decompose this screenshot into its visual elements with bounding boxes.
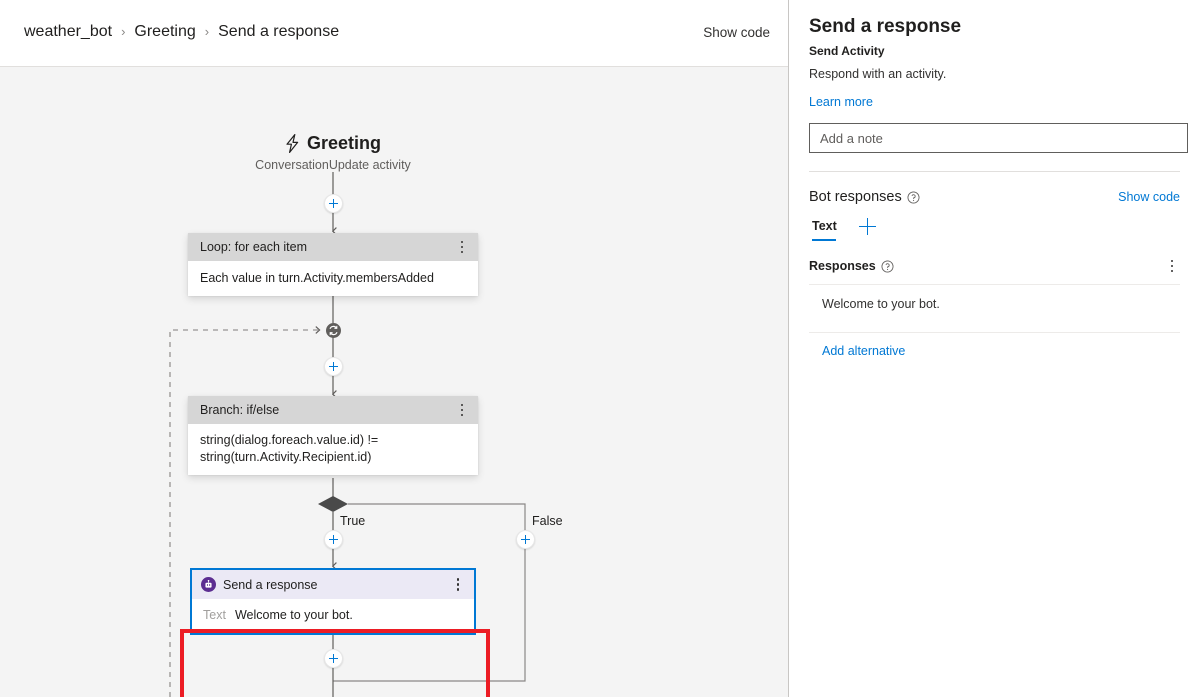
- responses-menu-icon[interactable]: [1164, 257, 1180, 275]
- node-title: Branch: if/else: [200, 403, 280, 417]
- bot-responses-show-code-button[interactable]: Show code: [1118, 190, 1180, 204]
- breadcrumb-item-action[interactable]: Send a response: [218, 23, 339, 41]
- node-send-a-response[interactable]: Send a response Text Welcome to your bot…: [190, 568, 476, 635]
- breadcrumb-item-bot[interactable]: weather_bot: [24, 23, 112, 41]
- responses-label: Responses: [809, 259, 876, 273]
- node-menu-icon[interactable]: [454, 401, 470, 419]
- bot-responses-section: Bot responses Show code Text Responses W…: [789, 189, 1200, 360]
- node-field-label: Text: [203, 608, 226, 622]
- show-code-button[interactable]: Show code: [703, 25, 770, 40]
- add-node-button[interactable]: [324, 649, 343, 668]
- node-menu-icon[interactable]: [454, 238, 470, 256]
- node-header: Branch: if/else: [188, 396, 478, 424]
- repeat-arrows-icon: [329, 325, 338, 336]
- flow-canvas[interactable]: Greeting ConversationUpdate activity Loo…: [0, 67, 788, 697]
- edge-label-false: False: [532, 514, 563, 528]
- panel-description: Respond with an activity.: [809, 67, 947, 81]
- add-node-button-false-branch[interactable]: [516, 530, 535, 549]
- loop-repeat-icon: [326, 323, 341, 338]
- dialog-editor: weather_bot › Greeting › Send a response…: [0, 0, 789, 697]
- node-field-value: Welcome to your bot.: [234, 608, 353, 622]
- response-item[interactable]: Welcome to your bot.: [809, 285, 1180, 323]
- page-title: Send a response: [809, 16, 962, 37]
- help-circle-icon[interactable]: [907, 191, 920, 204]
- add-node-button[interactable]: [324, 357, 343, 376]
- add-note-input[interactable]: [809, 123, 1188, 153]
- bot-responses-label-group: Bot responses: [809, 189, 920, 205]
- breadcrumb-item-dialog[interactable]: Greeting: [134, 23, 195, 41]
- bot-responses-header-row: Bot responses Show code: [809, 189, 1180, 205]
- editor-toolbar: weather_bot › Greeting › Send a response…: [0, 0, 788, 67]
- node-body: string(dialog.foreach.value.id) != strin…: [188, 424, 478, 475]
- app-root: weather_bot › Greeting › Send a response…: [0, 0, 1200, 697]
- panel-subtitle: Send Activity: [809, 44, 885, 58]
- add-node-button[interactable]: [324, 194, 343, 213]
- breadcrumb: weather_bot › Greeting › Send a response: [24, 23, 339, 41]
- add-node-button-true-branch[interactable]: [324, 530, 343, 549]
- node-header: Loop: for each item: [188, 233, 478, 261]
- node-title: Loop: for each item: [200, 240, 308, 254]
- breadcrumb-separator-icon: ›: [121, 23, 126, 39]
- breadcrumb-separator-icon: ›: [204, 23, 210, 39]
- bot-responses-label: Bot responses: [809, 189, 902, 205]
- node-body: Each value in turn.Activity.membersAdded: [188, 261, 478, 296]
- property-panel: Send a response Send Activity Respond wi…: [789, 0, 1200, 697]
- help-circle-icon[interactable]: [881, 260, 894, 273]
- response-type-tabs: Text: [809, 218, 1180, 241]
- lightning-bolt-icon: [286, 133, 299, 153]
- node-title: Send a response: [223, 577, 318, 592]
- node-loop-foreach[interactable]: Loop: for each item Each value in turn.A…: [188, 233, 478, 296]
- responses-header-row: Responses: [809, 257, 1180, 275]
- responses-label-group: Responses: [809, 259, 894, 273]
- node-body: Text Welcome to your bot.: [192, 599, 474, 633]
- trigger-heading: Greeting ConversationUpdate activity: [183, 132, 483, 173]
- edge-label-true: True: [340, 514, 366, 528]
- add-response-type-button[interactable]: [858, 218, 876, 235]
- trigger-title: Greeting: [306, 133, 381, 153]
- responses-bottom-divider: [809, 332, 1180, 333]
- trigger-subtitle: ConversationUpdate activity: [255, 158, 411, 172]
- trigger-title-row: Greeting: [183, 132, 483, 154]
- bot-icon: [201, 577, 216, 592]
- node-menu-icon[interactable]: [450, 576, 466, 594]
- add-alternative-link[interactable]: Add alternative: [822, 344, 905, 358]
- node-branch-ifelse[interactable]: Branch: if/else string(dialog.foreach.va…: [188, 396, 478, 475]
- node-header: Send a response: [192, 570, 474, 599]
- panel-divider: [809, 171, 1180, 172]
- tab-text[interactable]: Text: [812, 219, 837, 241]
- property-panel-header: Send a response Send Activity Respond wi…: [789, 0, 1200, 172]
- learn-more-link[interactable]: Learn more: [809, 95, 873, 109]
